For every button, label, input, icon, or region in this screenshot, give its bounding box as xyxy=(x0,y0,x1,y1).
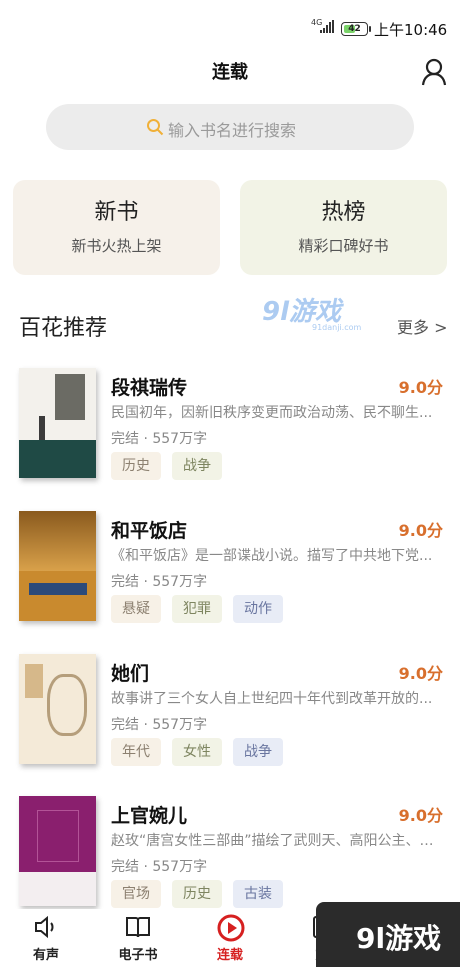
card-title: 热榜 xyxy=(321,200,366,225)
book-tag[interactable]: 年代 xyxy=(111,738,161,766)
badge-text: 9l游戏 xyxy=(356,922,442,955)
book-description: 民国初年，因新旧秩序变更而政治动荡、民不聊生... xyxy=(111,405,433,421)
book-item[interactable]: 段祺瑞传 9.0分 民国初年，因新旧秩序变更而政治动荡、民不聊生... 完结 ·… xyxy=(0,368,460,498)
page-title: 连载 xyxy=(212,62,248,83)
nav-label: 电子书 xyxy=(118,948,158,963)
book-item[interactable]: 和平饭店 9.0分 《和平饭店》是一部谍战小说。描写了中共地下党... 完结 ·… xyxy=(0,511,460,641)
user-icon[interactable] xyxy=(421,58,447,86)
search-input[interactable]: 输入书名进行搜索 xyxy=(46,104,414,150)
book-tag[interactable]: 犯罪 xyxy=(172,595,222,623)
search-placeholder: 输入书名进行搜索 xyxy=(168,121,297,140)
book-tags: 历史 战争 xyxy=(111,452,222,480)
book-title: 段祺瑞传 xyxy=(111,377,188,399)
book-tag[interactable]: 官场 xyxy=(111,880,161,908)
more-link[interactable]: 更多 > xyxy=(397,314,448,338)
status-bar: 4G 42 上午10:46 xyxy=(0,0,460,52)
book-tags: 悬疑 犯罪 动作 xyxy=(111,595,283,623)
book-tag[interactable]: 历史 xyxy=(111,452,161,480)
battery-level: 42 xyxy=(348,24,361,34)
book-meta: 完结 · 557万字 xyxy=(111,431,208,447)
nav-audio[interactable]: 有声 xyxy=(16,909,76,967)
book-meta: 完结 · 557万字 xyxy=(111,859,208,875)
watermark-logo: 9l游戏 91danji.com xyxy=(262,297,362,332)
book-title: 上官婉儿 xyxy=(111,805,188,827)
search-icon xyxy=(147,119,164,136)
book-tag[interactable]: 战争 xyxy=(172,452,222,480)
book-cover[interactable] xyxy=(19,511,96,621)
nav-label: 连载 xyxy=(216,948,243,963)
book-icon xyxy=(126,917,150,938)
book-tags: 官场 历史 古装 xyxy=(111,880,283,908)
card-subtitle: 新书火热上架 xyxy=(71,237,162,255)
book-title: 和平饭店 xyxy=(111,520,188,542)
nav-label: 有声 xyxy=(32,948,59,963)
section-title: 百花推荐 xyxy=(19,316,108,341)
book-tag[interactable]: 女性 xyxy=(172,738,222,766)
site-badge: 9l游戏 xyxy=(316,902,460,967)
book-score: 9.0分 xyxy=(398,806,443,825)
nav-serial[interactable]: 连载 xyxy=(200,909,260,967)
book-cover[interactable] xyxy=(19,368,96,478)
book-meta: 完结 · 557万字 xyxy=(111,574,208,590)
book-tag[interactable]: 历史 xyxy=(172,880,222,908)
book-score: 9.0分 xyxy=(398,664,443,683)
play-circle-icon xyxy=(217,914,245,942)
book-tag[interactable]: 古装 xyxy=(233,880,283,908)
book-description: 《和平饭店》是一部谍战小说。描写了中共地下党... xyxy=(111,548,433,564)
book-tag[interactable]: 悬疑 xyxy=(111,595,161,623)
status-time: 上午10:46 xyxy=(374,21,448,39)
speaker-icon xyxy=(35,915,54,939)
book-cover[interactable] xyxy=(19,654,96,764)
book-score: 9.0分 xyxy=(398,521,443,540)
new-books-card[interactable]: 新书 新书火热上架 xyxy=(13,180,220,275)
book-item[interactable]: 她们 9.0分 故事讲了三个女人自上世纪四十年代到改革开放的... 完结 · 5… xyxy=(0,654,460,784)
book-tags: 年代 女性 战争 xyxy=(111,738,283,766)
book-description: 故事讲了三个女人自上世纪四十年代到改革开放的... xyxy=(111,691,433,707)
card-title: 新书 xyxy=(94,200,139,225)
book-score: 9.0分 xyxy=(398,378,443,397)
nav-ebook[interactable]: 电子书 xyxy=(108,909,168,967)
battery-icon: 42 xyxy=(341,22,371,36)
book-title: 她们 xyxy=(111,663,150,685)
card-subtitle: 精彩口碑好书 xyxy=(298,237,389,255)
signal-icon xyxy=(320,20,334,33)
book-tag[interactable]: 动作 xyxy=(233,595,283,623)
hot-list-card[interactable]: 热榜 精彩口碑好书 xyxy=(240,180,447,275)
book-tag[interactable]: 战争 xyxy=(233,738,283,766)
book-description: 赵玫“唐宫女性三部曲”描绘了武则天、高阳公主、上... xyxy=(111,833,441,849)
book-cover[interactable] xyxy=(19,796,96,906)
watermark-domain: 91danji.com xyxy=(312,323,362,332)
book-meta: 完结 · 557万字 xyxy=(111,717,208,733)
